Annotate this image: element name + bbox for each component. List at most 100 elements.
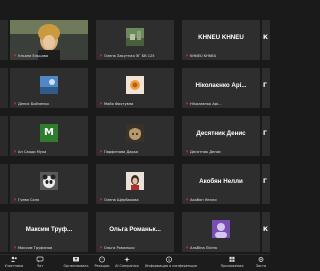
participant-tile[interactable]: Олена Закутная ЭГ БВ 125 (96, 20, 174, 60)
mic-off-icon (99, 198, 103, 202)
reactions-icon (99, 256, 105, 263)
right-edge-tile[interactable]: Г (262, 116, 270, 156)
participant-name: Ан Саяди Муха (13, 150, 46, 154)
participant-big-name: Ніколаєнко Арі... (195, 82, 247, 89)
left-edge-tile (0, 116, 8, 156)
participant-tile[interactable]: Майя Фохтувна (96, 68, 174, 108)
info-icon (166, 256, 172, 263)
participant-name: Десятник Денис (185, 150, 221, 154)
share-screen-icon (73, 257, 79, 262)
participant-avatar (212, 220, 230, 238)
participant-tile[interactable]: M Ан Саяди Муха (10, 116, 88, 156)
toolbar-label: AI Companion (115, 264, 139, 268)
mic-off-icon (13, 102, 17, 106)
left-edge-tile (0, 68, 8, 108)
participants-button[interactable]: Участники (2, 256, 26, 270)
participant-initial-avatar: M (40, 124, 58, 142)
toolbar-label: Участники (4, 264, 24, 268)
right-edge-tile[interactable]: К (262, 212, 270, 252)
settings-button[interactable]: Заста (252, 256, 270, 270)
participant-name: Максим Труфанов (13, 246, 52, 250)
participant-tile[interactable]: Альбіна Лісіна (182, 212, 260, 252)
participant-tile[interactable]: Олена Щербакова (96, 164, 174, 204)
apps-icon (229, 256, 235, 262)
participant-big-name: Акобян Нелли (199, 178, 243, 185)
participant-name: Акобян Нелли (185, 198, 217, 202)
edge-initial: К (263, 34, 268, 41)
right-edge-tile[interactable]: К (262, 20, 270, 60)
participant-avatar (126, 172, 144, 190)
meeting-toolbar: Участники Чат Организовать Реакции AI Co… (0, 254, 270, 271)
participant-name: Гуева Соня (13, 198, 39, 202)
ai-companion-icon (124, 256, 130, 263)
right-edge-tile[interactable]: Г (262, 164, 270, 204)
left-edge-tile (0, 212, 8, 252)
settings-icon (258, 257, 264, 262)
mic-off-icon (13, 150, 17, 154)
mic-off-icon (185, 102, 189, 106)
mic-off-icon (13, 246, 17, 250)
edge-initial: Г (263, 130, 267, 137)
left-edge-tile (0, 164, 8, 204)
participant-tile[interactable]: Парфенова Дарья (96, 116, 174, 156)
ai-companion-button[interactable]: AI Companion (114, 256, 140, 270)
participant-avatar (40, 172, 58, 190)
participant-avatar (126, 28, 144, 46)
meeting-info-button[interactable]: Информация о конференции (145, 256, 197, 270)
participant-big-name: Максим Труф... (25, 226, 73, 233)
organize-button[interactable]: Организовать (62, 256, 90, 270)
participant-tile[interactable]: Ульяна Ельцова (10, 20, 88, 60)
participant-name: Олена Щербакова (99, 198, 139, 202)
participant-tile[interactable]: Гуева Соня (10, 164, 88, 204)
edge-initial: К (263, 226, 268, 233)
participant-name: KHNEU KHNEU (185, 54, 216, 58)
participant-avatar (126, 76, 144, 94)
participant-name: Ульяна Ельцова (13, 54, 48, 58)
toolbar-label: Информация о конференции (145, 264, 197, 268)
participant-tile[interactable]: Максим Труф... Максим Труфанов (10, 212, 88, 252)
apps-button[interactable]: Приложения (218, 256, 246, 270)
toolbar-label: Реакции (94, 264, 110, 268)
participant-big-name: Ольга Романьк... (109, 226, 161, 233)
mic-off-icon (13, 198, 17, 202)
mic-off-icon (185, 54, 189, 58)
participant-tile[interactable]: Денис Бойченко (10, 68, 88, 108)
right-edge-tile[interactable]: Г (262, 68, 270, 108)
participant-big-name: Десятник Денис (196, 130, 246, 137)
participant-name: Альбіна Лісіна (185, 246, 217, 250)
participant-tile[interactable]: Ольга Романьк... Ольга Романько (96, 212, 174, 252)
participant-tile[interactable]: Десятник Денис Десятник Денис (182, 116, 260, 156)
edge-initial: Г (263, 82, 267, 89)
mic-off-icon (99, 54, 103, 58)
participant-name: Олена Закутная ЭГ БВ 125 (99, 54, 155, 58)
mic-off-icon (185, 246, 189, 250)
toolbar-label: Чат (36, 264, 44, 268)
participant-tile[interactable]: KHNEU KHNEU KHNEU KHNEU (182, 20, 260, 60)
mic-off-icon (99, 102, 103, 106)
chat-button[interactable]: Чат (30, 256, 50, 270)
participant-tile[interactable]: Ніколаєнко Арі... Ніколаєнко Арі... (182, 68, 260, 108)
toolbar-label: Приложения (220, 264, 244, 268)
participant-name: Ольга Романько (99, 246, 135, 250)
mic-off-icon (99, 246, 103, 250)
edge-initial: Г (263, 178, 267, 185)
mic-off-icon (99, 150, 103, 154)
participant-avatar (126, 124, 144, 142)
participant-name: Денис Бойченко (13, 102, 49, 106)
participant-big-name: KHNEU KHNEU (198, 34, 244, 41)
participant-avatar (40, 76, 58, 94)
mic-off-icon (185, 198, 189, 202)
reactions-button[interactable]: Реакции (92, 256, 112, 270)
participant-name: Парфенова Дарья (99, 150, 138, 154)
participant-name: Майя Фохтувна (99, 102, 133, 106)
chat-icon (36, 256, 44, 263)
participant-tile[interactable]: Акобян Нелли Акобян Нелли (182, 164, 260, 204)
mic-off-icon (13, 54, 17, 58)
left-edge-tile (0, 20, 8, 60)
top-strip (0, 0, 270, 7)
participant-name: Ніколаєнко Арі... (185, 102, 222, 106)
participants-icon (10, 256, 17, 262)
toolbar-label: Организовать (63, 264, 89, 268)
mic-off-icon (185, 150, 189, 154)
toolbar-label: Заста (255, 264, 267, 268)
